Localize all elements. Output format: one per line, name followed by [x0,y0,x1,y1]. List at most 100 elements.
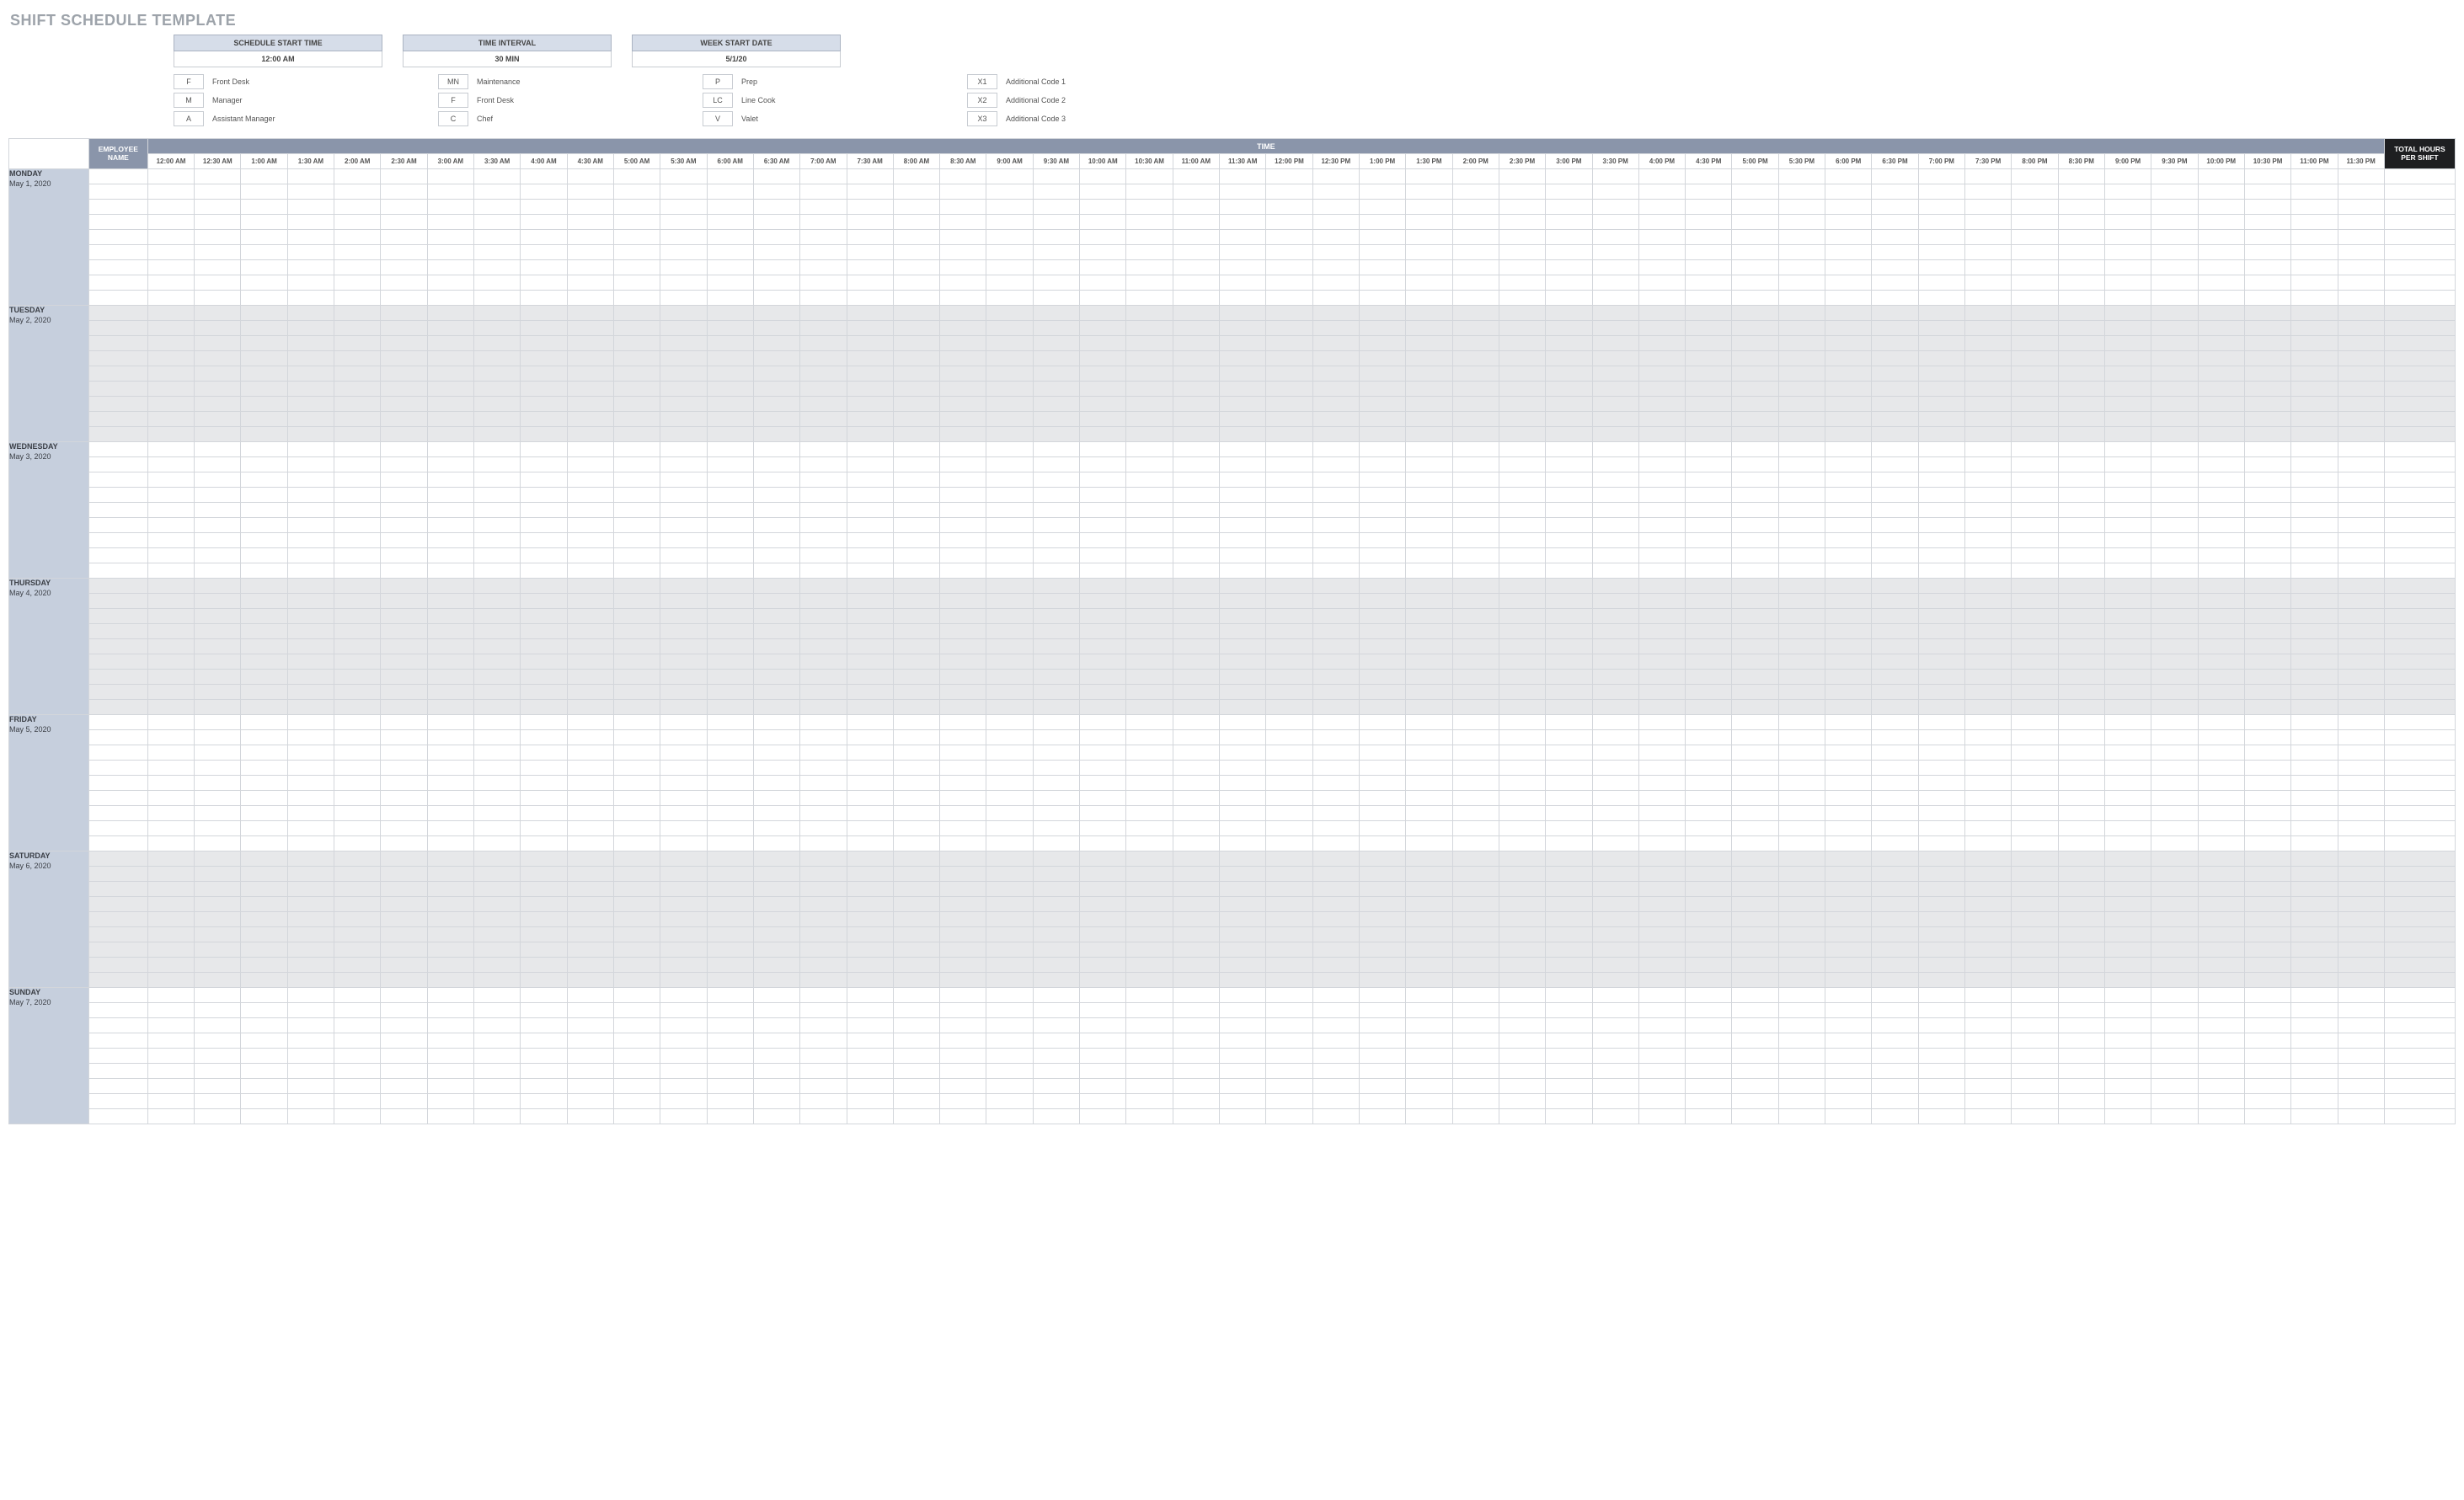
shift-cell[interactable] [1312,654,1359,670]
shift-cell[interactable] [1778,260,1825,275]
shift-cell[interactable] [2012,594,2058,609]
shift-cell[interactable] [195,382,241,397]
shift-cell[interactable] [2151,472,2198,488]
shift-cell[interactable] [613,700,660,715]
shift-cell[interactable] [1686,730,1732,745]
employee-cell[interactable] [88,291,147,306]
shift-cell[interactable] [847,942,893,958]
shift-cell[interactable] [1452,563,1499,579]
shift-cell[interactable] [1406,230,1452,245]
shift-cell[interactable] [521,548,567,563]
shift-cell[interactable] [1965,472,2012,488]
shift-cell[interactable] [1546,821,1592,836]
shift-cell[interactable] [1825,730,1872,745]
shift-cell[interactable] [1499,336,1545,351]
shift-cell[interactable] [2291,321,2338,336]
shift-cell[interactable] [2244,942,2290,958]
shift-cell[interactable] [241,761,287,776]
shift-cell[interactable] [1126,942,1173,958]
shift-cell[interactable] [1452,472,1499,488]
shift-cell[interactable] [241,200,287,215]
shift-cell[interactable] [986,836,1033,851]
shift-cell[interactable] [1499,215,1545,230]
shift-cell[interactable] [1452,897,1499,912]
shift-cell[interactable] [2291,715,2338,730]
shift-cell[interactable] [195,1033,241,1049]
shift-cell[interactable] [1778,654,1825,670]
shift-cell[interactable] [474,715,521,730]
shift-cell[interactable] [241,427,287,442]
shift-cell[interactable] [1359,851,1405,867]
shift-cell[interactable] [1080,336,1126,351]
shift-cell[interactable] [521,1094,567,1109]
legend-code[interactable]: MN [438,74,468,89]
shift-cell[interactable] [474,776,521,791]
shift-cell[interactable] [893,942,939,958]
shift-cell[interactable] [1592,670,1638,685]
shift-cell[interactable] [381,336,427,351]
shift-cell[interactable] [474,457,521,472]
shift-cell[interactable] [1546,1109,1592,1124]
shift-cell[interactable] [1778,1033,1825,1049]
shift-cell[interactable] [381,184,427,200]
shift-cell[interactable] [2104,488,2151,503]
shift-cell[interactable] [474,821,521,836]
shift-cell[interactable] [986,639,1033,654]
shift-cell[interactable] [1686,488,1732,503]
shift-cell[interactable] [2338,700,2384,715]
shift-cell[interactable] [1825,457,1872,472]
shift-cell[interactable] [613,472,660,488]
shift-cell[interactable] [1359,1049,1405,1064]
shift-cell[interactable] [287,427,334,442]
shift-cell[interactable] [1312,927,1359,942]
shift-cell[interactable] [427,457,473,472]
shift-cell[interactable] [334,1064,381,1079]
shift-cell[interactable] [334,685,381,700]
shift-cell[interactable] [427,836,473,851]
shift-cell[interactable] [893,1003,939,1018]
shift-cell[interactable] [521,215,567,230]
shift-cell[interactable] [334,821,381,836]
shift-cell[interactable] [287,548,334,563]
shift-cell[interactable] [893,184,939,200]
shift-cell[interactable] [381,609,427,624]
shift-cell[interactable] [2244,412,2290,427]
shift-cell[interactable] [2012,1094,2058,1109]
shift-cell[interactable] [1033,200,1079,215]
shift-cell[interactable] [707,215,753,230]
shift-cell[interactable] [1359,942,1405,958]
shift-cell[interactable] [1126,882,1173,897]
shift-cell[interactable] [1452,579,1499,594]
shift-cell[interactable] [753,397,799,412]
shift-cell[interactable] [1732,670,1778,685]
shift-cell[interactable] [613,291,660,306]
shift-cell[interactable] [147,973,194,988]
shift-cell[interactable] [474,563,521,579]
shift-cell[interactable] [2058,260,2104,275]
shift-cell[interactable] [195,533,241,548]
shift-cell[interactable] [241,745,287,761]
shift-cell[interactable] [1126,488,1173,503]
shift-cell[interactable] [1965,1079,2012,1094]
shift-cell[interactable] [986,670,1033,685]
shift-cell[interactable] [381,548,427,563]
shift-cell[interactable] [567,457,613,472]
shift-cell[interactable] [2291,1049,2338,1064]
shift-cell[interactable] [287,215,334,230]
shift-cell[interactable] [1592,518,1638,533]
shift-cell[interactable] [1638,442,1685,457]
shift-cell[interactable] [1126,1033,1173,1049]
shift-cell[interactable] [1266,1018,1312,1033]
shift-cell[interactable] [1686,700,1732,715]
shift-cell[interactable] [2198,503,2244,518]
shift-cell[interactable] [1825,988,1872,1003]
shift-cell[interactable] [195,397,241,412]
shift-cell[interactable] [1686,745,1732,761]
shift-cell[interactable] [195,867,241,882]
shift-cell[interactable] [1918,791,1964,806]
shift-cell[interactable] [2291,366,2338,382]
shift-cell[interactable] [707,594,753,609]
shift-cell[interactable] [986,215,1033,230]
shift-cell[interactable] [940,215,986,230]
shift-cell[interactable] [660,579,707,594]
